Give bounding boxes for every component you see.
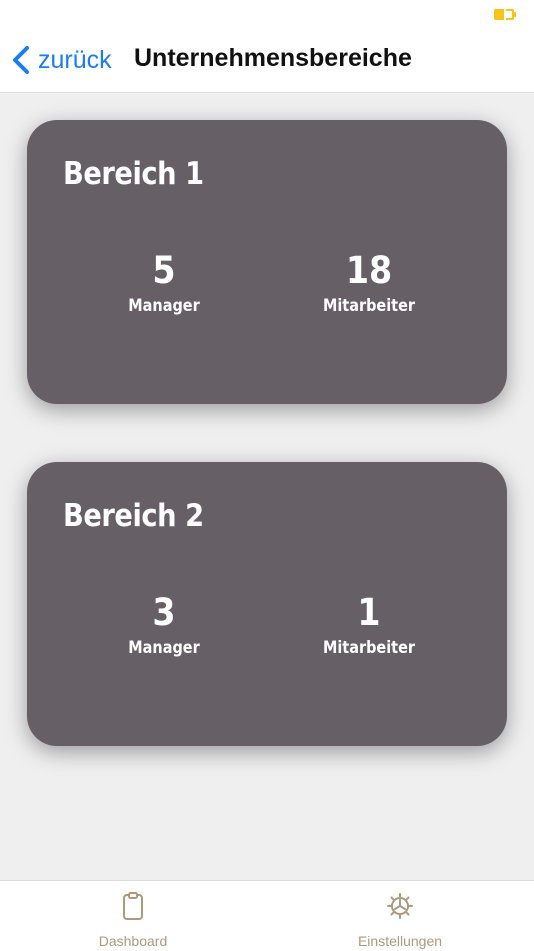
employee-label: Mitarbeiter	[322, 296, 416, 316]
section-title: Bereich 2	[63, 498, 204, 534]
manager-label: Manager	[128, 638, 200, 658]
manager-stat: 3 Manager	[84, 590, 244, 658]
tab-settings-label: Einstellungen	[357, 933, 443, 949]
back-button[interactable]: zurück	[10, 40, 112, 80]
tab-dashboard[interactable]: Dashboard	[33, 891, 233, 949]
gear-icon	[387, 893, 413, 919]
page-title: Unternehmensbereiche	[134, 44, 412, 72]
manager-count: 3	[152, 591, 176, 634]
chevron-left-icon	[13, 46, 29, 74]
tab-settings[interactable]: Einstellungen	[300, 891, 500, 949]
manager-stat: 5 Manager	[84, 248, 244, 316]
status-bar	[0, 0, 534, 30]
employee-stat: 18 Mitarbeiter	[289, 248, 449, 316]
employee-label: Mitarbeiter	[322, 638, 416, 658]
employee-count: 18	[345, 249, 393, 292]
employee-count: 1	[357, 591, 381, 634]
clipboard-icon	[123, 892, 143, 920]
navigation-bar: zurück Unternehmensbereiche	[0, 30, 534, 93]
tab-dashboard-label: Dashboard	[98, 933, 168, 949]
tab-bar: Dashboard Einstellungen	[0, 880, 534, 951]
back-button-label: zurück	[38, 45, 112, 74]
manager-count: 5	[152, 249, 176, 292]
manager-label: Manager	[128, 296, 200, 316]
battery-icon	[494, 9, 516, 20]
section-title: Bereich 1	[63, 156, 204, 192]
section-card-2[interactable]: Bereich 2 3 Manager 1 Mitarbeiter	[27, 462, 507, 746]
employee-stat: 1 Mitarbeiter	[289, 590, 449, 658]
section-card-1[interactable]: Bereich 1 5 Manager 18 Mitarbeiter	[27, 120, 507, 404]
